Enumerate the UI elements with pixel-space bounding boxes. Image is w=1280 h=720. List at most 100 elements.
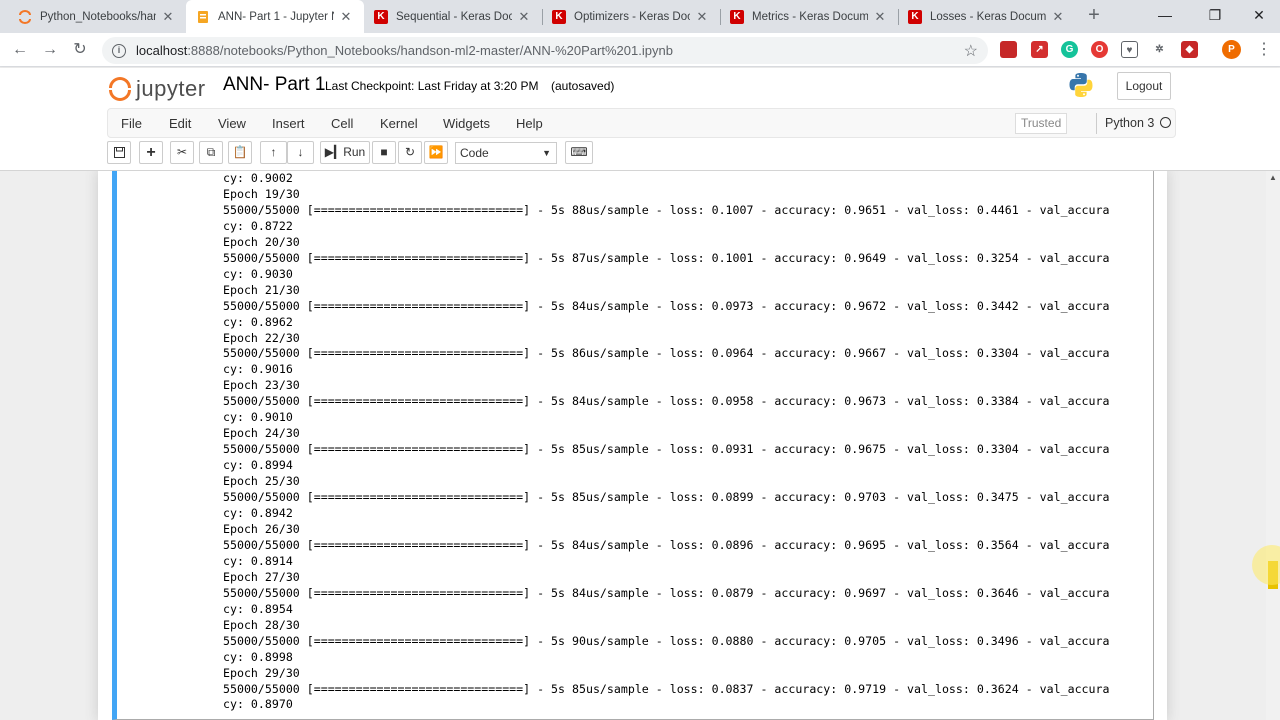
minimize-icon[interactable]: — [1142,0,1188,33]
python-logo-icon [1068,72,1094,98]
output-line: cy: 0.8914 [223,553,293,568]
extension-bug-icon[interactable]: ✲ [1151,41,1168,58]
browser-tab-optimizers-keras[interactable]: K Optimizers - Keras Doc ✕ [542,0,720,33]
output-line: cy: 0.9030 [223,266,293,281]
maximize-icon[interactable]: ❐ [1192,0,1238,33]
notebook-page: cy: 0.9002 Epoch 19/30 55000/55000 [======… [98,171,1167,720]
forward-icon[interactable]: → [40,40,60,60]
browser-tab-ann-part-1[interactable]: ANN- Part 1 - Jupyter N ✕ [186,0,364,33]
output-line: Epoch 24/30 [223,426,300,441]
restart-kernel-button[interactable]: ↻ [398,141,422,164]
notebook-title[interactable]: ANN- Part 1 [223,74,325,96]
menu-bar: File Edit View Insert Cell Kernel Widget… [107,108,1176,138]
browser-toolbar: ← → ↻ i localhost:8888/notebooks/Python_… [0,33,1280,67]
extension-grammarly-icon[interactable]: G [1061,41,1078,58]
dropdown-caret-icon: ▼ [542,148,551,158]
menu-insert[interactable]: Insert [272,116,305,131]
code-cell-selected[interactable]: cy: 0.9002 Epoch 19/30 55000/55000 [======… [112,171,1154,720]
interrupt-button[interactable]: ■ [372,141,396,164]
output-line: 55000/55000 [===========================… [223,394,1110,409]
close-tab-icon[interactable]: ✕ [872,9,888,25]
extension-pdf-icon[interactable]: ↗ [1031,41,1048,58]
logout-button[interactable]: Logout [1117,72,1171,100]
close-window-icon[interactable]: ✕ [1236,0,1280,33]
keras-icon: K [908,9,922,24]
browser-menu-icon[interactable]: ⋮ [1254,40,1274,60]
keras-icon: K [374,9,388,24]
close-tab-icon[interactable]: ✕ [160,9,176,25]
output-line: 55000/55000 [===========================… [223,681,1110,696]
menu-file[interactable]: File [121,116,142,131]
command-palette-button[interactable]: ⌨ [565,141,593,164]
close-tab-icon[interactable]: ✕ [338,9,354,25]
site-info-icon[interactable]: i [112,43,126,58]
cell-type-select[interactable]: Code ▼ [455,142,557,164]
output-line: Epoch 22/30 [223,330,300,345]
close-tab-icon[interactable]: ✕ [516,9,532,25]
menu-cell[interactable]: Cell [331,116,353,131]
trusted-indicator[interactable]: Trusted [1015,113,1068,134]
output-line: 55000/55000 [===========================… [223,537,1110,552]
output-line: cy: 0.9010 [223,410,293,425]
browser-tab-strip: Python_Notebooks/han ✕ ANN- Part 1 - Jup… [0,0,1280,33]
menu-edit[interactable]: Edit [169,116,191,131]
step-forward-icon: ▶▎ [324,145,344,159]
output-line: cy: 0.8962 [223,314,293,329]
output-line: 55000/55000 [===========================… [223,346,1110,361]
kernel-name[interactable]: Python 3 [1096,113,1154,134]
output-line: cy: 0.9002 [223,171,293,185]
browser-tab-losses-keras[interactable]: K Losses - Keras Docume ✕ [898,0,1076,33]
output-line: Epoch 23/30 [223,378,300,393]
menu-help[interactable]: Help [516,116,543,131]
run-button[interactable]: ▶▎Run [320,141,370,164]
tab-title: Python_Notebooks/han [40,10,156,23]
close-tab-icon[interactable]: ✕ [1050,9,1066,25]
cell-output: cy: 0.9002 Epoch 19/30 55000/55000 [======… [223,171,1153,713]
browser-tab-sequential-keras[interactable]: K Sequential - Keras Docu ✕ [364,0,542,33]
output-line: Epoch 25/30 [223,474,300,489]
output-line: cy: 0.8998 [223,649,293,664]
output-line: Epoch 26/30 [223,521,300,536]
notebook-container: cy: 0.9002 Epoch 19/30 55000/55000 [======… [0,171,1266,720]
bookmark-star-icon[interactable]: ☆ [964,41,978,61]
profile-avatar[interactable]: P [1222,40,1241,59]
cell-type-value: Code [460,146,489,160]
kernel-status-icon [1160,117,1171,128]
extension-pocket-icon[interactable]: ♥ [1121,41,1138,58]
insert-cell-button[interactable]: + [139,141,163,164]
tab-title: ANN- Part 1 - Jupyter N [218,10,334,23]
output-line: Epoch 28/30 [223,617,300,632]
autosave-status: (autosaved) [551,79,615,93]
menu-view[interactable]: View [218,116,246,131]
move-up-button[interactable]: ↑ [260,141,287,164]
output-line: Epoch 27/30 [223,569,300,584]
browser-tab-metrics-keras[interactable]: K Metrics - Keras Docume ✕ [720,0,898,33]
move-down-button[interactable]: ↓ [287,141,314,164]
extension-shield-icon[interactable]: ◆ [1181,41,1198,58]
extension-bookmark-icon[interactable] [1000,41,1017,58]
extension-opera-icon[interactable]: O [1091,41,1108,58]
copy-button[interactable]: ⧉ [199,141,223,164]
output-line: cy: 0.8954 [223,601,293,616]
paste-button[interactable]: 📋 [228,141,252,164]
output-line: 55000/55000 [===========================… [223,250,1110,265]
address-bar[interactable]: i localhost:8888/notebooks/Python_Notebo… [102,37,988,64]
page-scrollbar[interactable]: ▲ [1266,171,1280,720]
tab-title: Losses - Keras Docume [930,10,1046,23]
browser-tab-python-notebooks[interactable]: Python_Notebooks/han ✕ [8,0,186,33]
output-line: 55000/55000 [===========================… [223,490,1110,505]
reload-icon[interactable]: ↻ [70,40,90,60]
menu-kernel[interactable]: Kernel [380,116,418,131]
jupyter-header: jupyter ANN- Part 1 Last Checkpoint: Las… [0,68,1280,171]
menu-widgets[interactable]: Widgets [443,116,490,131]
notebook-icon [196,10,210,24]
save-button[interactable] [107,141,131,164]
back-icon[interactable]: ← [10,40,30,60]
restart-run-all-button[interactable]: ⏩ [424,141,448,164]
cut-button[interactable]: ✂ [170,141,194,164]
url-host: localhost [136,43,188,58]
close-tab-icon[interactable]: ✕ [694,9,710,25]
new-tab-icon[interactable]: + [1084,5,1104,25]
jupyter-logo[interactable]: jupyter [108,72,206,106]
scroll-up-icon[interactable]: ▲ [1266,171,1280,185]
